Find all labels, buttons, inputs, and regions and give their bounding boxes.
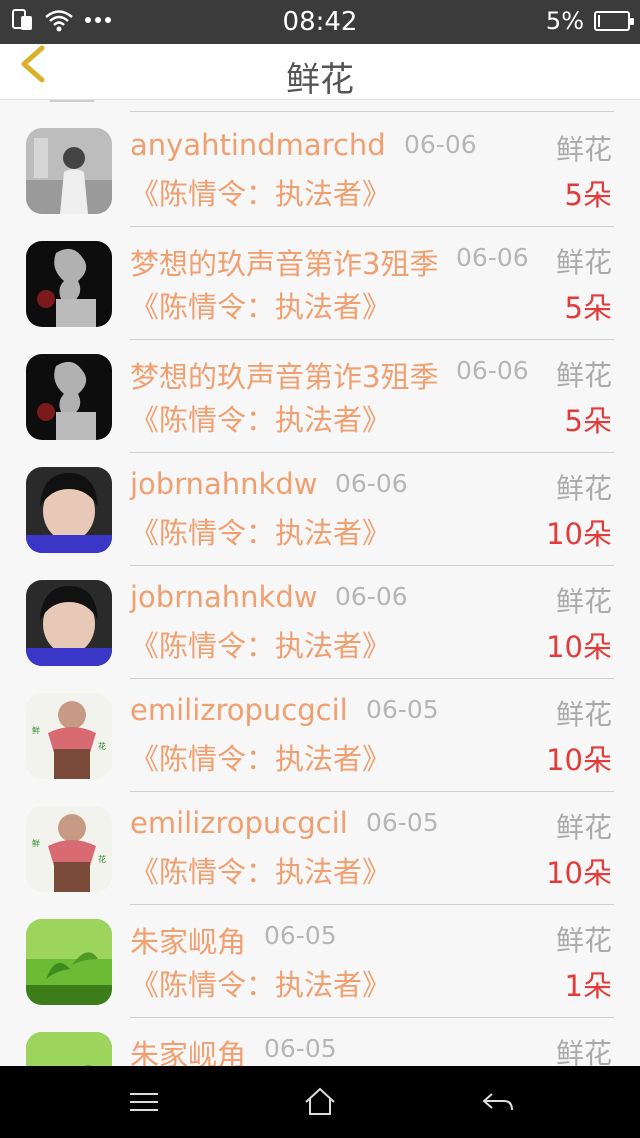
status-time: 08:42: [282, 7, 358, 37]
page-title: 鲜花: [286, 60, 354, 100]
gift-type: 鲜花: [555, 472, 612, 505]
gift-date: 06-05: [264, 1034, 337, 1063]
gift-date: 06-06: [404, 130, 477, 159]
gift-count: 10朵: [546, 743, 612, 777]
sender-name[interactable]: emilizropucgcil: [130, 806, 348, 840]
battery-percent: 5%: [545, 7, 584, 35]
status-bar: 08:42 5%: [0, 0, 640, 44]
header: 鲜花: [0, 44, 640, 100]
gift-count: 1朵: [564, 969, 612, 1003]
gift-type: 鲜花: [555, 811, 612, 844]
gift-count: 10朵: [546, 856, 612, 890]
gift-type: 鲜花: [555, 359, 612, 392]
menu-button[interactable]: [124, 1084, 164, 1120]
sender-name[interactable]: anyahtindmarchd: [130, 128, 386, 162]
list-item[interactable]: anyahtindmarchd 06-06 鲜花《陈情令：执法者》 5朵: [0, 114, 640, 227]
sender-name[interactable]: jobrnahnkdw: [130, 580, 317, 614]
avatar[interactable]: 鲜花: [26, 806, 112, 892]
list-item[interactable]: jobrnahnkdw 06-06 鲜花《陈情令：执法者》 10朵: [0, 453, 640, 566]
avatar[interactable]: [26, 128, 112, 214]
sender-name[interactable]: 梦想的玖声音第诈3殂季: [130, 241, 438, 283]
gift-type: 鲜花: [555, 698, 612, 731]
avatar[interactable]: [26, 1032, 112, 1066]
menu-icon: [130, 1093, 158, 1111]
gift-date: 06-05: [366, 808, 439, 837]
gift-list[interactable]: anyahtindmarchd 06-06 鲜花 《陈情令：执法者》 5朵 梦想的玖声音第…: [0, 100, 640, 1066]
home-button[interactable]: [300, 1084, 340, 1120]
work-title[interactable]: 《陈情令：执法者》: [130, 397, 391, 439]
list-top-divider: [50, 100, 614, 112]
svg-text:鲜: 鲜: [32, 725, 40, 735]
avatar[interactable]: [26, 919, 112, 1005]
gift-type: 鲜花: [555, 924, 612, 957]
work-title[interactable]: 《陈情令：执法者》: [130, 849, 391, 891]
gift-type: 鲜花: [555, 246, 612, 279]
sender-name[interactable]: 梦想的玖声音第诈3殂季: [130, 354, 438, 396]
svg-text:花: 花: [98, 854, 106, 864]
gift-type: 鲜花: [555, 585, 612, 618]
home-icon: [305, 1087, 335, 1115]
list-item[interactable]: 梦想的玖声音第诈3殂季 06-06 鲜花《陈情令：执法者》 5朵: [0, 340, 640, 453]
back-arrow-icon: [482, 1093, 513, 1111]
gift-date: 06-05: [366, 695, 439, 724]
system-back-button[interactable]: [478, 1084, 518, 1120]
gift-date: 06-06: [335, 582, 408, 611]
gift-count: 10朵: [546, 517, 612, 551]
avatar[interactable]: [26, 467, 112, 553]
gift-date: 06-05: [264, 921, 337, 950]
list-item[interactable]: 梦想的玖声音第诈3殂季 06-06 鲜花《陈情令：执法者》 5朵: [0, 227, 640, 340]
sender-name[interactable]: emilizropucgcil: [130, 693, 348, 727]
sender-name[interactable]: jobrnahnkdw: [130, 467, 317, 501]
avatar[interactable]: [26, 241, 112, 327]
list-item[interactable]: 鲜花 emilizropucgcil 06-05 鲜花 《陈情令：执法者》 10朵: [0, 679, 640, 792]
list-item[interactable]: 朱家岘角 06-05 鲜花《陈情令：执法者》 1朵: [0, 905, 640, 1018]
gift-date: 06-06: [456, 243, 529, 272]
svg-text:花: 花: [98, 741, 106, 751]
avatar[interactable]: 鲜花: [26, 693, 112, 779]
svg-text:鲜: 鲜: [32, 838, 40, 848]
gift-type: 鲜花: [555, 1037, 612, 1066]
work-title[interactable]: 《陈情令：执法者》: [130, 623, 391, 665]
list-item[interactable]: 鲜花 emilizropucgcil 06-05 鲜花 《陈情令：执法者》 10朵: [0, 792, 640, 905]
gift-count: 10朵: [546, 630, 612, 664]
status-right: 5%: [545, 7, 634, 35]
list-item[interactable]: 朱家岘角 06-05 鲜花: [0, 1018, 640, 1066]
sender-name[interactable]: 朱家岘角: [130, 1032, 246, 1066]
gift-count: 5朵: [564, 404, 612, 438]
gift-date: 06-06: [456, 356, 529, 385]
gift-count: 5朵: [564, 178, 612, 212]
gift-date: 06-06: [335, 469, 408, 498]
avatar[interactable]: [26, 354, 112, 440]
avatar[interactable]: [26, 580, 112, 666]
gift-type: 鲜花: [555, 133, 612, 166]
gift-count: 5朵: [564, 291, 612, 325]
sender-name[interactable]: 朱家岘角: [130, 919, 246, 961]
work-title[interactable]: 《陈情令：执法者》: [130, 171, 391, 213]
system-nav-bar: [0, 1066, 640, 1138]
list-item[interactable]: jobrnahnkdw 06-06 鲜花《陈情令：执法者》 10朵: [0, 566, 640, 679]
work-title[interactable]: 《陈情令：执法者》: [130, 284, 391, 326]
work-title[interactable]: 《陈情令：执法者》: [130, 962, 391, 1004]
battery-icon: [594, 11, 634, 31]
work-title[interactable]: 《陈情令：执法者》: [130, 736, 391, 778]
work-title[interactable]: 《陈情令：执法者》: [130, 510, 391, 552]
